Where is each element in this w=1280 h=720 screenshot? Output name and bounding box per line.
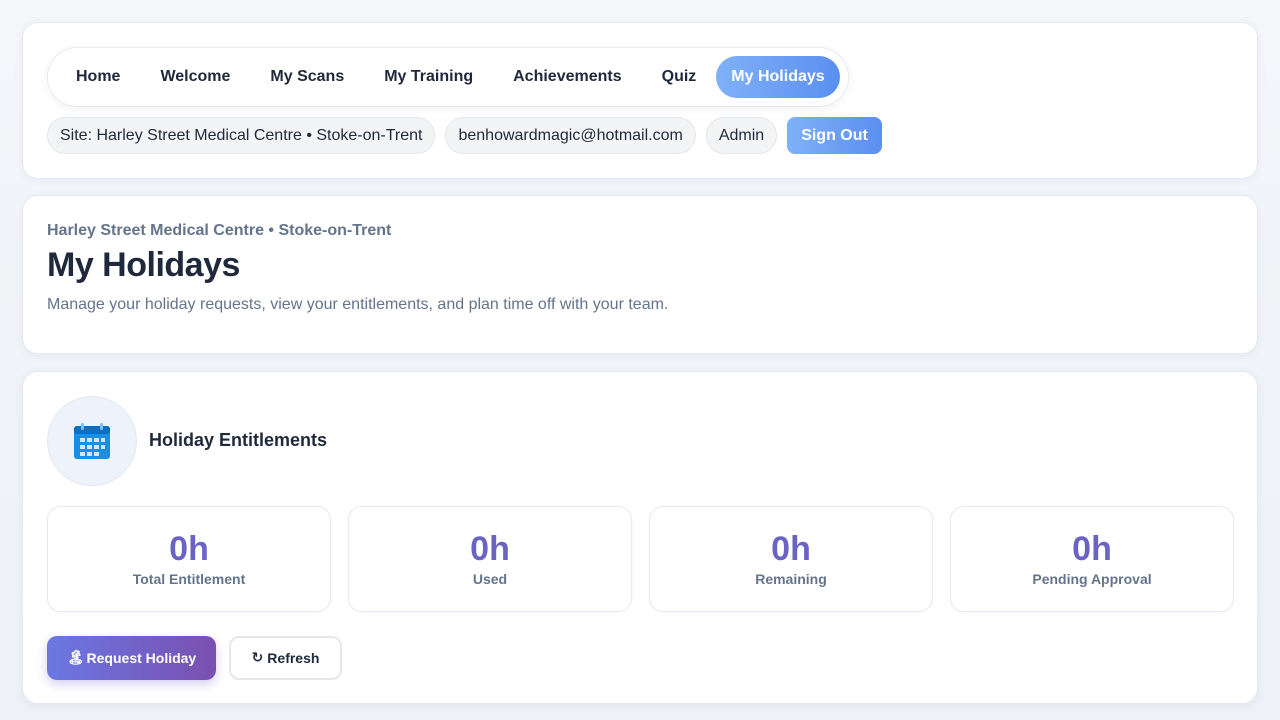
entitlements-card: Holiday Entitlements 0h Total Entitlemen… [22,371,1258,704]
calendar-icon [47,396,137,486]
stat-pending-approval: 0h Pending Approval [950,506,1234,612]
stats-row: 0h Total Entitlement 0h Used 0h Remainin… [47,506,1234,612]
stat-total-entitlement: 0h Total Entitlement [47,506,331,612]
stat-value: 0h [771,530,811,568]
header-card: Home Welcome My Scans My Training Achiev… [22,22,1258,179]
stat-label: Total Entitlement [132,571,246,587]
stat-label: Remaining [755,571,827,587]
nav-quiz[interactable]: Quiz [642,56,717,98]
stat-label: Used [472,571,508,587]
page-header-card: Harley Street Medical Centre • Stoke-on-… [22,195,1258,354]
nav-my-holidays[interactable]: My Holidays [716,56,840,98]
role-chip: Admin [705,117,778,154]
actions-row: 🏝 Request Holiday ↻ Refresh [47,636,342,680]
nav-achievements[interactable]: Achievements [493,56,642,98]
stat-label: Pending Approval [1032,571,1152,587]
user-meta-row: Site: Harley Street Medical Centre • Sto… [47,117,882,154]
stat-value: 0h [169,530,209,568]
stat-value: 0h [1072,530,1112,568]
refresh-button[interactable]: ↻ Refresh [229,636,342,680]
calendar-icon-graphic [74,423,110,459]
entitlements-title: Holiday Entitlements [149,430,328,450]
nav-welcome[interactable]: Welcome [140,56,250,98]
island-icon: 🏝 [66,650,85,666]
request-holiday-button[interactable]: 🏝 Request Holiday [47,636,216,680]
nav-home[interactable]: Home [56,56,140,98]
sign-out-button[interactable]: Sign Out [787,117,882,154]
site-subtitle: Harley Street Medical Centre • Stoke-on-… [47,222,392,239]
stat-used: 0h Used [348,506,632,612]
email-chip: benhowardmagic@hotmail.com [445,117,696,154]
refresh-label: Refresh [267,650,320,666]
main-nav: Home Welcome My Scans My Training Achiev… [47,47,849,107]
request-holiday-label: Request Holiday [86,650,197,666]
nav-my-scans[interactable]: My Scans [250,56,364,98]
site-chip: Site: Harley Street Medical Centre • Sto… [47,117,436,154]
refresh-icon: ↻ [251,650,264,666]
nav-my-training[interactable]: My Training [364,56,493,98]
stat-value: 0h [470,530,510,568]
stat-remaining: 0h Remaining [649,506,933,612]
page-title: My Holidays [47,246,240,284]
page-description: Manage your holiday requests, view your … [47,296,669,313]
